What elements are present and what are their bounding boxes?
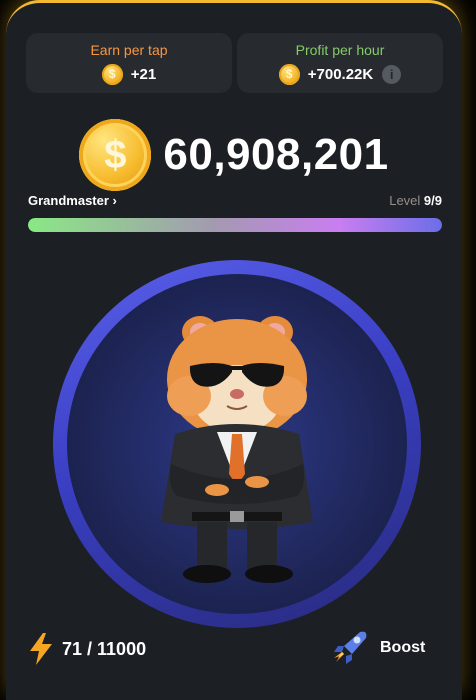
boost-button[interactable]: Boost bbox=[330, 628, 425, 668]
coin-icon: $ bbox=[79, 119, 152, 191]
profit-per-hour-value: +700.22K bbox=[307, 65, 374, 83]
level-progress-fill bbox=[28, 218, 442, 232]
lightning-icon bbox=[30, 633, 52, 665]
coin-icon: $ bbox=[101, 63, 123, 85]
chevron-right-icon[interactable]: › bbox=[113, 193, 117, 208]
league-row: Grandmaster › Level 9/9 bbox=[28, 193, 442, 208]
earn-per-tap-title: Earn per tap bbox=[90, 41, 168, 58]
boost-label[interactable]: Boost bbox=[380, 639, 425, 657]
league-link[interactable]: Grandmaster › bbox=[28, 193, 117, 208]
balance: $ 60,908,201 bbox=[6, 119, 462, 191]
level-indicator: Level 9/9 bbox=[389, 193, 442, 208]
profit-per-hour-card: Profit per hour $ +700.22K i bbox=[237, 33, 443, 93]
hamster-character-icon[interactable] bbox=[67, 274, 407, 614]
earn-per-tap-value: +21 bbox=[130, 65, 157, 83]
level-progress-bar bbox=[28, 218, 442, 232]
energy-value: 71 / 11000 bbox=[62, 638, 147, 659]
energy-indicator: 71 / 11000 bbox=[30, 633, 146, 665]
game-panel: Earn per tap $ +21 Profit per hour $ +70… bbox=[6, 0, 462, 700]
level-label: Level bbox=[389, 193, 421, 208]
profit-per-hour-title: Profit per hour bbox=[295, 41, 385, 58]
coin-icon: $ bbox=[278, 63, 300, 85]
tap-area[interactable] bbox=[67, 274, 407, 614]
league-name[interactable]: Grandmaster bbox=[28, 193, 109, 208]
level-value: 9/9 bbox=[423, 193, 442, 208]
rocket-icon[interactable] bbox=[330, 628, 370, 668]
balance-value: 60,908,201 bbox=[163, 130, 389, 179]
earn-per-tap-card: Earn per tap $ +21 bbox=[26, 33, 232, 93]
info-icon[interactable]: i bbox=[382, 64, 402, 84]
tap-button[interactable] bbox=[53, 260, 421, 628]
